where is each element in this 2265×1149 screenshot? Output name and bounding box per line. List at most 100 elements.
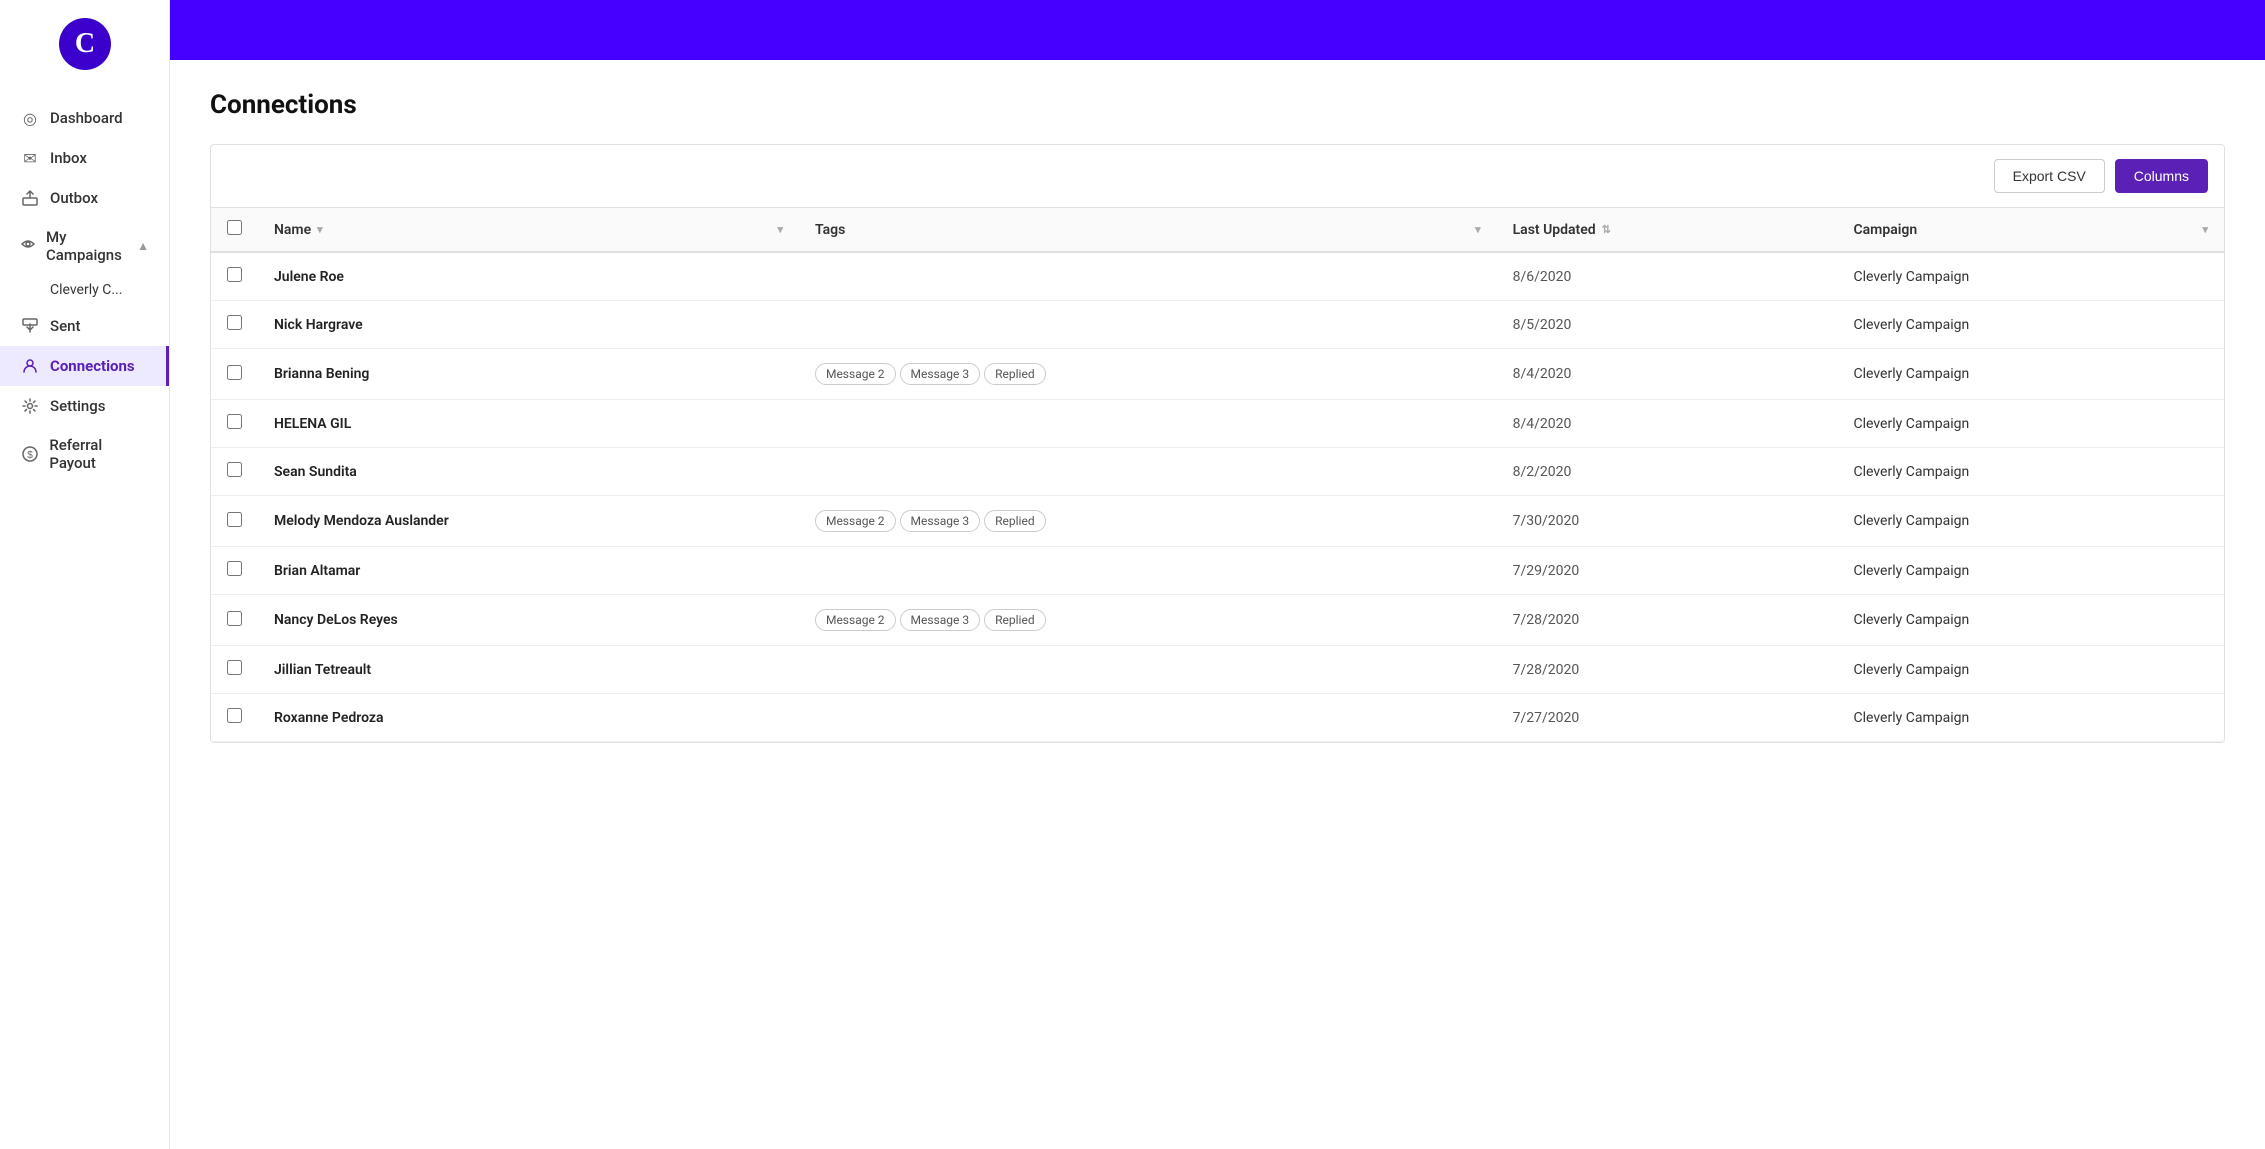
- row-name[interactable]: Roxanne Pedroza: [258, 694, 799, 742]
- tag-badge: Message 2: [815, 363, 896, 385]
- sidebar-item-my-campaigns[interactable]: My Campaigns ▲: [0, 218, 169, 274]
- row-tags: Message 2Message 3Replied: [799, 496, 1497, 547]
- row-tags: [799, 252, 1497, 301]
- sidebar-item-label: Settings: [50, 397, 106, 415]
- sidebar-item-settings[interactable]: Settings: [0, 386, 169, 426]
- sidebar-item-cleverly-c[interactable]: Cleverly C...: [0, 274, 169, 306]
- row-checkbox[interactable]: [227, 512, 242, 527]
- sidebar-item-referral-payout[interactable]: $ Referral Payout: [0, 426, 169, 482]
- sidebar-item-outbox[interactable]: Outbox: [0, 178, 169, 218]
- row-last-updated: 7/28/2020: [1497, 646, 1838, 694]
- columns-button[interactable]: Columns: [2115, 159, 2208, 193]
- row-checkbox-cell: [211, 448, 258, 496]
- last-updated-sort-icon[interactable]: ⇅: [1602, 223, 1611, 236]
- tags-filter-icon[interactable]: ▾: [1475, 223, 1481, 236]
- col-name-label: Name: [274, 222, 311, 238]
- row-name[interactable]: Jillian Tetreault: [258, 646, 799, 694]
- sidebar-item-connections[interactable]: Connections: [0, 346, 169, 386]
- top-banner: [170, 0, 2265, 60]
- row-name[interactable]: Julene Roe: [258, 252, 799, 301]
- main-area: Connections Export CSV Columns Name: [170, 0, 2265, 1149]
- sidebar-item-label: Outbox: [50, 189, 98, 207]
- row-checkbox[interactable]: [227, 611, 242, 626]
- sent-icon: [20, 316, 40, 336]
- tag-badge: Message 3: [900, 510, 981, 532]
- name-filter-icon[interactable]: ▾: [777, 223, 783, 236]
- row-checkbox-cell: [211, 646, 258, 694]
- row-checkbox[interactable]: [227, 315, 242, 330]
- row-tags: [799, 694, 1497, 742]
- row-checkbox[interactable]: [227, 414, 242, 429]
- row-name[interactable]: Brian Altamar: [258, 547, 799, 595]
- row-checkbox-cell: [211, 400, 258, 448]
- outbox-icon: [20, 188, 40, 208]
- row-campaign: Cleverly Campaign: [1838, 301, 2225, 349]
- tag-badge: Replied: [984, 363, 1045, 385]
- table-row: Roxanne Pedroza7/27/2020Cleverly Campaig…: [211, 694, 2224, 742]
- tag-badge: Message 2: [815, 609, 896, 631]
- row-campaign: Cleverly Campaign: [1838, 646, 2225, 694]
- campaign-filter-icon[interactable]: ▾: [2202, 223, 2208, 236]
- select-all-checkbox[interactable]: [227, 220, 242, 235]
- row-name[interactable]: Brianna Bening: [258, 349, 799, 400]
- row-checkbox[interactable]: [227, 561, 242, 576]
- export-csv-button[interactable]: Export CSV: [1994, 159, 2105, 193]
- sidebar-item-inbox[interactable]: ✉ Inbox: [0, 138, 169, 178]
- row-checkbox-cell: [211, 595, 258, 646]
- sidebar-item-label: Connections: [50, 357, 135, 375]
- row-tags: [799, 448, 1497, 496]
- select-all-header: [211, 208, 258, 252]
- table-row: Brian Altamar7/29/2020Cleverly Campaign: [211, 547, 2224, 595]
- table-row: Melody Mendoza AuslanderMessage 2Message…: [211, 496, 2224, 547]
- table-row: Nick Hargrave 8/5/2020Cleverly Campaign: [211, 301, 2224, 349]
- row-last-updated: 7/27/2020: [1497, 694, 1838, 742]
- chevron-up-icon: ▲: [137, 239, 149, 253]
- row-name[interactable]: Melody Mendoza Auslander: [258, 496, 799, 547]
- col-header-last-updated: Last Updated ⇅: [1497, 208, 1838, 252]
- row-name[interactable]: Nick Hargrave: [258, 301, 799, 349]
- sidebar: C ◎ Dashboard ✉ Inbox Outbox My Campaign…: [0, 0, 170, 1149]
- row-name[interactable]: Nancy DeLos Reyes: [258, 595, 799, 646]
- row-checkbox[interactable]: [227, 708, 242, 723]
- row-campaign: Cleverly Campaign: [1838, 547, 2225, 595]
- row-name[interactable]: HELENA GIL: [258, 400, 799, 448]
- row-last-updated: 8/5/2020: [1497, 301, 1838, 349]
- table-toolbar: Export CSV Columns: [211, 145, 2224, 208]
- connections-icon: [20, 356, 40, 376]
- row-checkbox-cell: [211, 301, 258, 349]
- col-last-updated-label: Last Updated: [1513, 222, 1596, 238]
- row-checkbox-cell: [211, 547, 258, 595]
- row-checkbox-cell: [211, 496, 258, 547]
- row-checkbox[interactable]: [227, 267, 242, 282]
- col-campaign-label: Campaign: [1854, 222, 1918, 238]
- row-campaign: Cleverly Campaign: [1838, 595, 2225, 646]
- name-sort-icon[interactable]: ▾: [317, 223, 323, 236]
- row-checkbox[interactable]: [227, 462, 242, 477]
- tag-badge: Message 2: [815, 510, 896, 532]
- sidebar-sub-label: Cleverly C...: [50, 282, 122, 298]
- row-checkbox-cell: [211, 694, 258, 742]
- logo-area: C: [0, 0, 169, 88]
- col-header-campaign: Campaign ▾: [1838, 208, 2225, 252]
- table-body: Julene Roe8/6/2020Cleverly CampaignNick …: [211, 252, 2224, 742]
- sidebar-item-dashboard[interactable]: ◎ Dashboard: [0, 98, 169, 138]
- referral-payout-icon: $: [20, 444, 39, 464]
- row-checkbox[interactable]: [227, 365, 242, 380]
- table-row: Sean Sundita8/2/2020Cleverly Campaign: [211, 448, 2224, 496]
- row-checkbox[interactable]: [227, 660, 242, 675]
- row-checkbox-cell: [211, 252, 258, 301]
- table-row: HELENA GIL8/4/2020Cleverly Campaign: [211, 400, 2224, 448]
- connections-table: Name ▾ ▾ Tags ▾: [211, 208, 2224, 742]
- col-header-name: Name ▾ ▾: [258, 208, 799, 252]
- row-last-updated: 8/4/2020: [1497, 400, 1838, 448]
- sidebar-item-label: Sent: [50, 317, 80, 335]
- table-header: Name ▾ ▾ Tags ▾: [211, 208, 2224, 252]
- tag-badge: Replied: [984, 609, 1045, 631]
- sidebar-item-label: Inbox: [50, 149, 87, 167]
- tag-badge: Message 3: [900, 609, 981, 631]
- page-title: Connections: [210, 90, 2225, 120]
- sidebar-item-sent[interactable]: Sent: [0, 306, 169, 346]
- table-row: Brianna BeningMessage 2Message 3Replied8…: [211, 349, 2224, 400]
- tag-badge: Replied: [984, 510, 1045, 532]
- row-name[interactable]: Sean Sundita: [258, 448, 799, 496]
